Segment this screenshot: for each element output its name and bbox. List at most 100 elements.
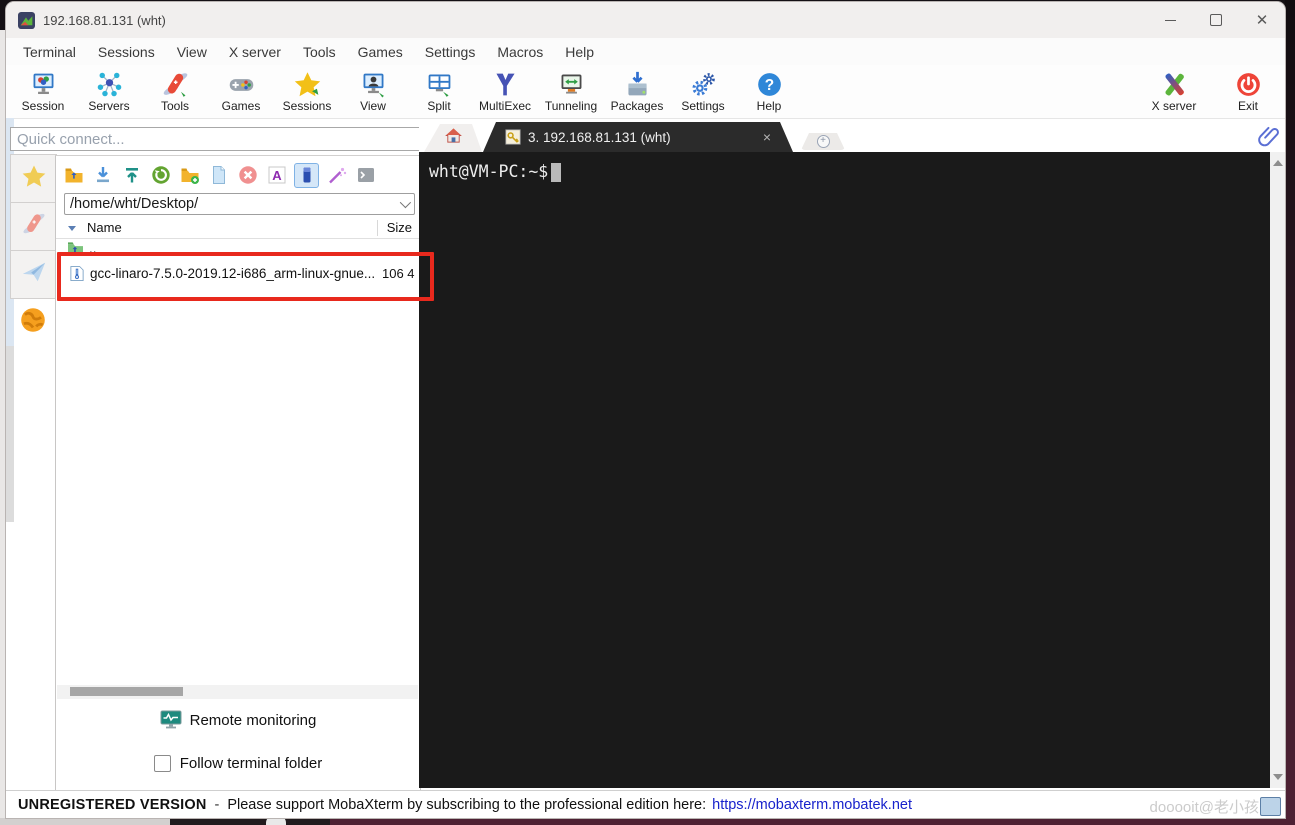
maximize-button[interactable] [1193,2,1239,38]
terminal-tab-bar: 3. 192.168.81.131 (wht) × + [419,122,1285,152]
status-bar: UNREGISTERED VERSION - Please support Mo… [6,790,1285,818]
toolbar-label: Session [21,99,65,113]
remote-monitoring-button[interactable]: Remote monitoring [56,710,420,730]
tab-close-icon[interactable]: × [763,129,771,145]
new-tab-button[interactable]: + [801,133,845,150]
svg-text:A: A [272,168,282,183]
toolbar-label: Sessions [282,99,332,113]
toolbar-tools-button[interactable]: Tools [142,65,208,113]
rename-button rename-icon[interactable]: A [265,164,288,187]
scrollbar-thumb[interactable] [70,687,183,696]
monitor-user-icon [359,69,388,99]
chevron-down-icon [399,196,412,209]
power-icon [1234,69,1263,99]
close-icon: ✕ [1255,11,1269,29]
package-drive-icon [623,69,652,99]
toolbar-xserver-button[interactable]: X server [1139,69,1209,113]
menu-settings[interactable]: Settings [414,40,487,64]
attachments-button paperclip-icon[interactable] [1258,124,1280,148]
toolbar-session-button[interactable]: Session [10,65,76,113]
menu-macros[interactable]: Macros [486,40,554,64]
toolbar-settings-button[interactable]: Settings [670,65,736,113]
terminal-cursor [551,163,562,182]
file-tracker-button tracker-icon[interactable] [294,162,319,188]
mobaxterm-window: 192.168.81.131 (wht) ✕ Terminal Sessions… [6,2,1285,818]
menu-games[interactable]: Games [347,40,414,64]
file-toolbar: A [62,160,377,190]
main-toolbar: Session Servers Tools Games Sessions Vie [6,65,1285,119]
toolbar-label: View [360,99,386,113]
home-icon [444,126,463,150]
active-session-tab[interactable]: 3. 192.168.81.131 (wht) × [483,122,793,152]
monitor-tunnel-icon [557,69,586,99]
swiss-knife-icon [161,69,190,99]
new-file-button new-file-icon[interactable] [207,164,230,187]
wand-button magic-wand-icon[interactable] [325,164,348,187]
toolbar-label: Exit [1237,99,1258,113]
sidebar-tab-sftp[interactable] [18,305,48,335]
column-separator[interactable] [377,220,378,236]
menu-sessions[interactable]: Sessions [87,40,166,64]
close-button[interactable]: ✕ [1239,2,1285,38]
column-name[interactable]: Name [87,220,122,235]
gears-icon [689,69,718,99]
desktop-bottom-gray [0,818,170,825]
desktop-right-strip [1285,0,1295,825]
sidebar-tabs [10,154,57,299]
follow-terminal-folder-option[interactable]: Follow terminal folder [56,755,420,772]
menu-terminal[interactable]: Terminal [12,40,87,64]
column-size[interactable]: Size [387,220,412,235]
globe-icon [18,308,48,339]
menu-tools[interactable]: Tools [292,40,347,64]
menu-xserver[interactable]: X server [218,40,292,64]
remote-monitoring-label: Remote monitoring [189,711,317,729]
x-logo-icon [1160,69,1189,99]
toolbar-exit-button[interactable]: Exit [1223,69,1273,113]
sftp-file-panel: A /home/wht/Desktop/ Name Size .. gcc-li… [55,155,421,792]
sidebar-tab-macros[interactable] [10,250,57,299]
terminal-screen[interactable]: wht@VM-PC:~$ [419,152,1270,788]
scroll-down-icon[interactable] [1273,774,1283,780]
mobatek-link[interactable]: https://mobaxterm.mobatek.net [712,797,912,813]
network-nodes-icon [95,69,124,99]
toolbar-help-button[interactable]: ? Help [736,65,802,113]
follow-terminal-label: Follow terminal folder [179,755,323,772]
sort-arrow-icon [68,226,76,231]
toolbar-tunneling-button[interactable]: Tunneling [538,65,604,113]
terminal-button console-icon[interactable] [354,164,377,187]
maximize-icon [1210,14,1222,26]
minimize-button[interactable] [1147,2,1193,38]
scroll-up-icon[interactable] [1273,160,1283,166]
path-dropdown[interactable]: /home/wht/Desktop/ [64,193,415,215]
toolbar-servers-button[interactable]: Servers [76,65,142,113]
toolbar-split-button[interactable]: Split [406,65,472,113]
horizontal-scrollbar[interactable] [57,685,418,699]
download-button download-icon[interactable] [91,164,114,187]
refresh-button refresh-icon[interactable] [149,164,172,187]
toolbar-packages-button[interactable]: Packages [604,65,670,113]
sidebar-tab-sessions[interactable] [10,154,57,203]
quick-connect-input[interactable] [10,127,428,151]
toolbar-label: Games [221,99,261,113]
parent-folder-button folder-up-icon[interactable] [62,164,85,187]
unregistered-label: UNREGISTERED VERSION [18,796,207,813]
ime-indicator-icon [1260,797,1281,816]
star-icon [21,163,47,194]
toolbar-sessions-button[interactable]: Sessions [274,65,340,113]
toolbar-multiexec-button[interactable]: MultiExec [472,65,538,113]
menu-view[interactable]: View [166,40,218,64]
menu-help[interactable]: Help [554,40,605,64]
new-folder-button new-folder-icon[interactable] [178,164,201,187]
minimize-icon [1164,19,1176,21]
home-tab[interactable] [424,124,482,152]
follow-terminal-checkbox[interactable] [153,755,171,772]
swiss-knife-icon [21,211,47,242]
toolbar-view-button[interactable]: View [340,65,406,113]
toolbar-label: Servers [88,99,130,113]
sidebar-tab-tools[interactable] [10,202,57,251]
toolbar-games-button[interactable]: Games [208,65,274,113]
delete-button delete-icon[interactable] [236,164,259,187]
toolbar-label: Tunneling [544,99,598,113]
terminal-scrollbar[interactable] [1270,152,1285,788]
upload-button upload-icon[interactable] [120,164,143,187]
